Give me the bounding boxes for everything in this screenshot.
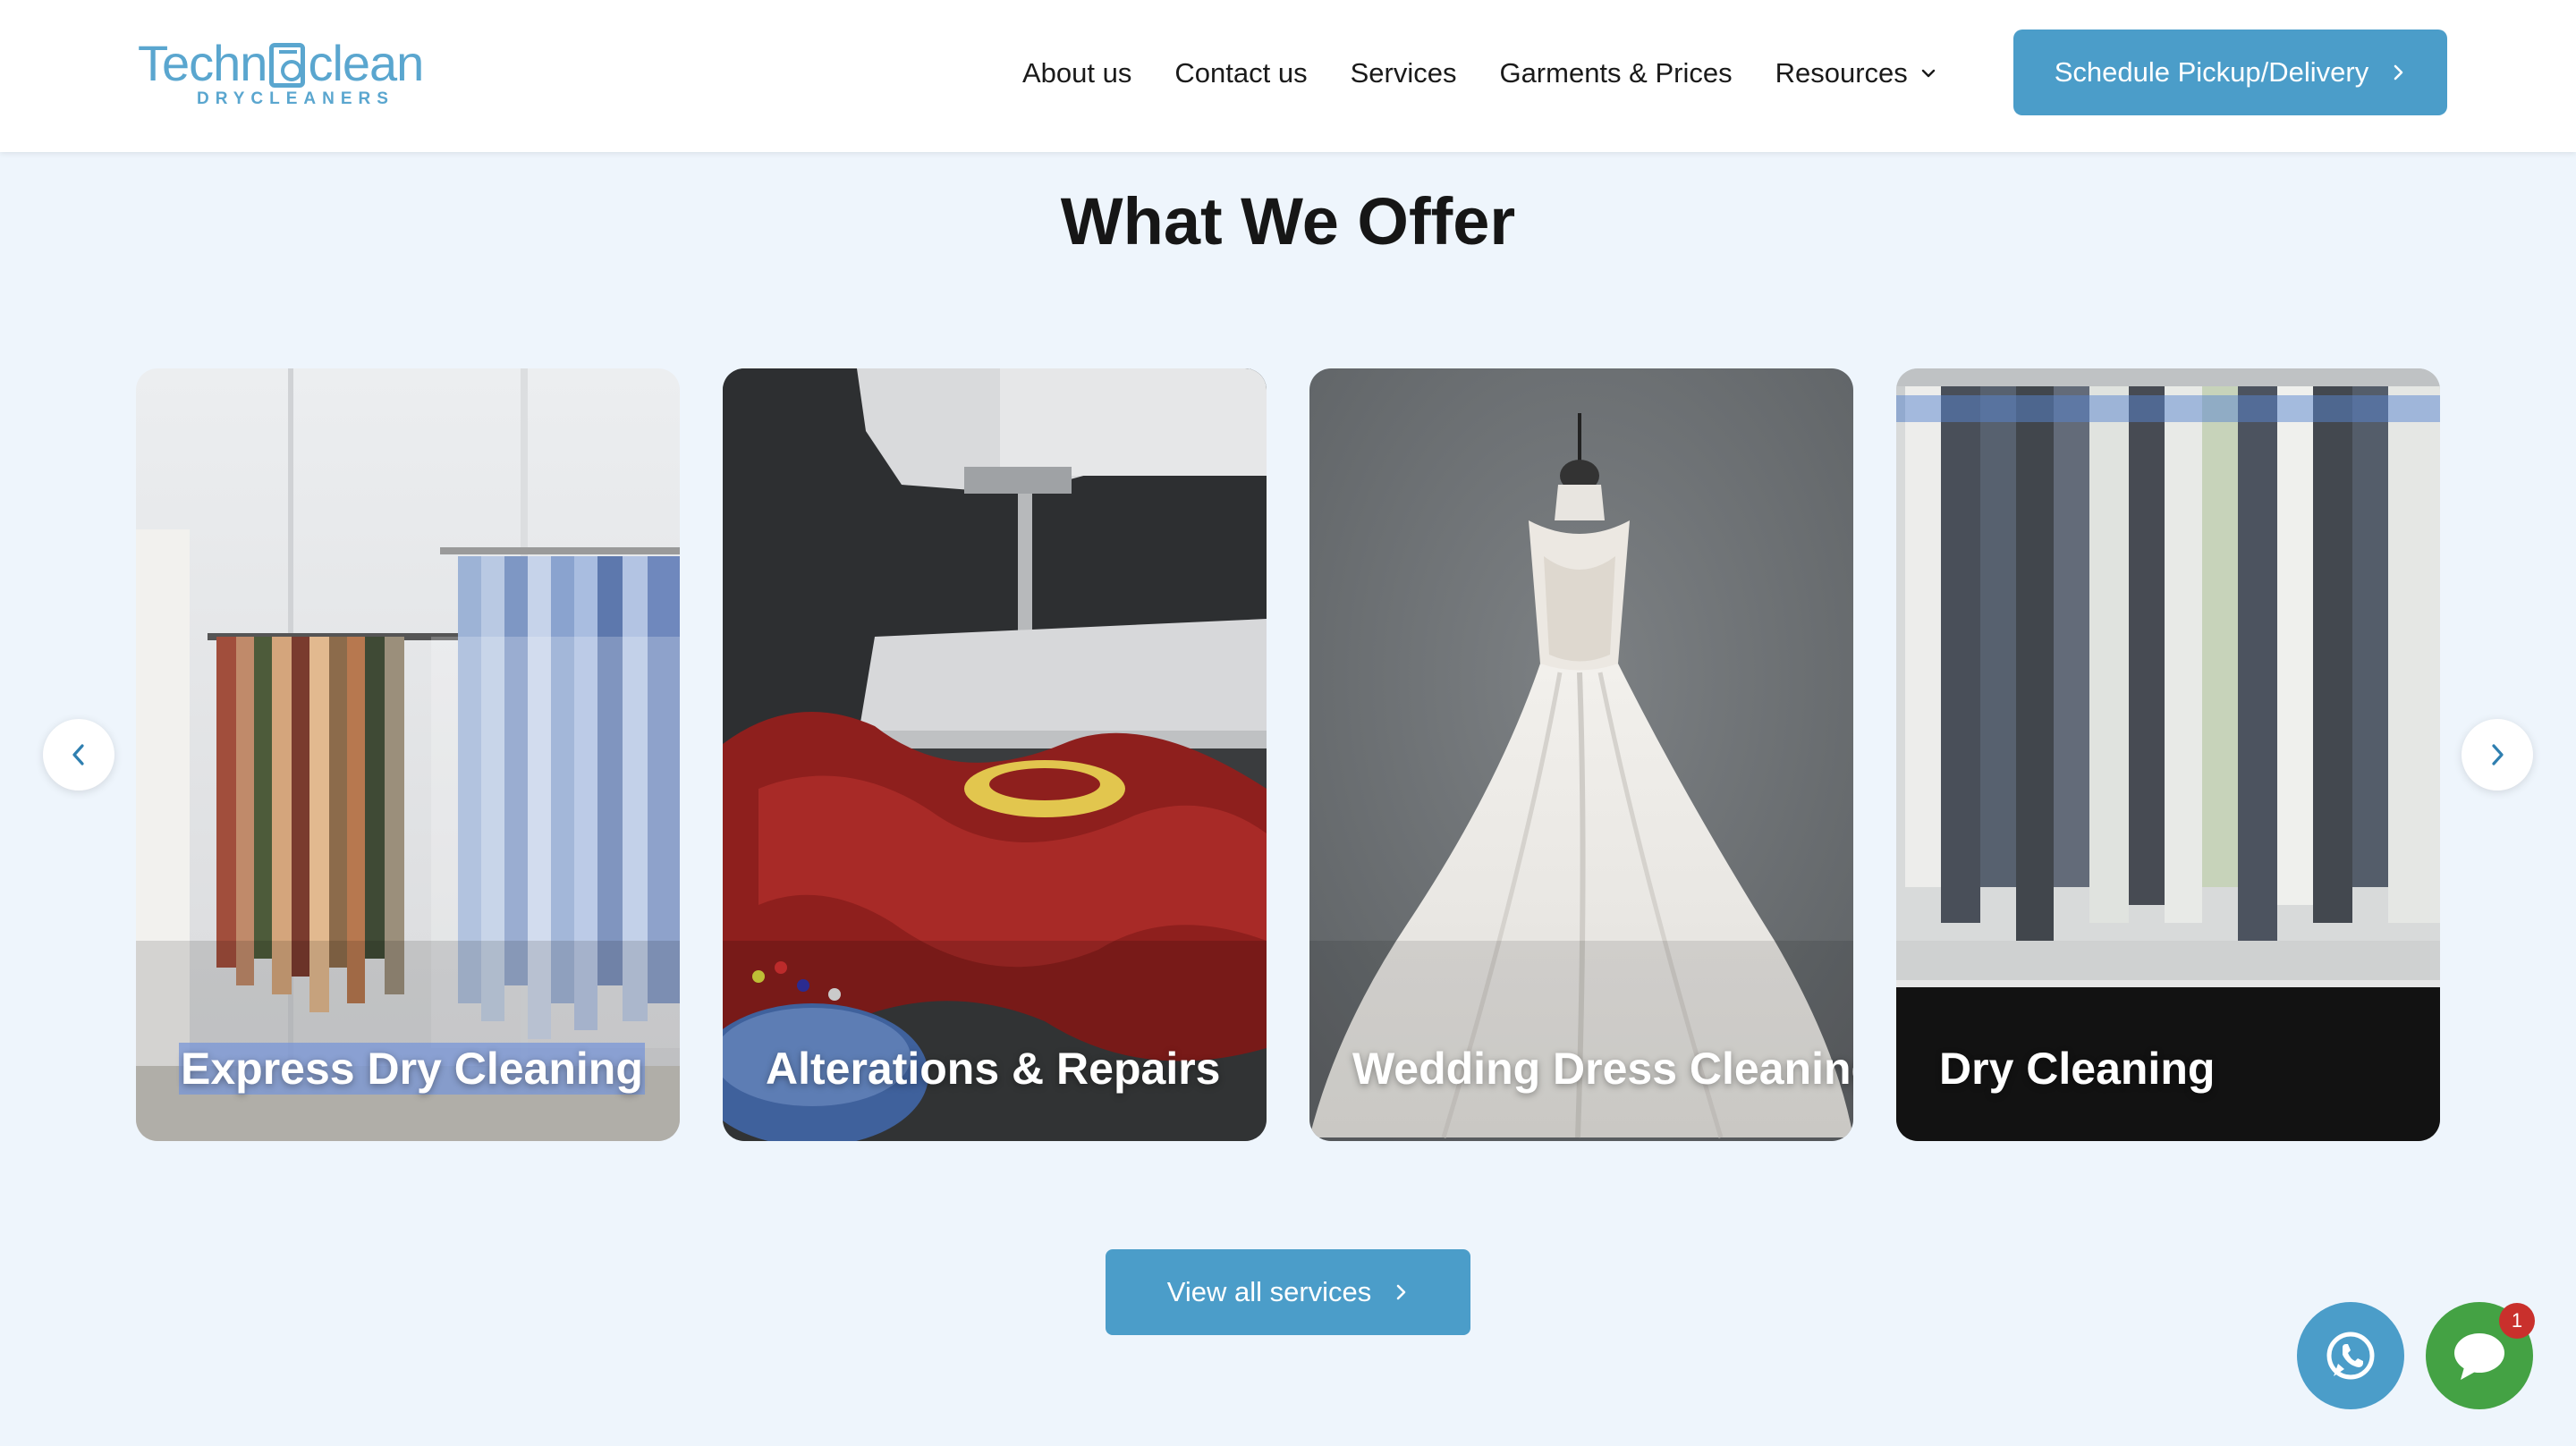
chevron-left-icon xyxy=(72,744,84,765)
whatsapp-icon xyxy=(2326,1332,2375,1380)
main-nav: About us Contact us Services Garments & … xyxy=(1022,54,1936,93)
washing-machine-icon xyxy=(269,42,306,88)
nav-resources-label: Resources xyxy=(1775,57,1908,89)
logo-wordmark: Techn clean xyxy=(138,34,424,92)
whatsapp-button[interactable] xyxy=(2297,1302,2404,1409)
service-card-dry-cleaning[interactable]: Dry Cleaning xyxy=(1896,368,2440,1141)
chevron-down-icon xyxy=(1921,69,1935,78)
service-card-title: Dry Cleaning xyxy=(1939,1044,2216,1094)
chevron-right-icon xyxy=(2394,64,2403,80)
service-card-wedding-dress-cleaning[interactable]: Wedding Dress Cleaning xyxy=(1309,368,1853,1141)
carousel-prev-button[interactable] xyxy=(43,719,114,791)
view-all-services-label: View all services xyxy=(1166,1276,1372,1307)
service-card-title: Express Dry Cleaning xyxy=(179,1043,645,1095)
service-card-title: Alterations & Repairs xyxy=(766,1044,1221,1094)
nav-resources[interactable]: Resources xyxy=(1775,57,1936,89)
bagged-suits-photo xyxy=(1896,368,2440,1141)
view-all-services-button[interactable]: View all services xyxy=(1106,1249,1470,1335)
site-header: Techn clean DRYCLEANERS About us Contact… xyxy=(0,0,2576,152)
brand-logo[interactable]: Techn clean DRYCLEANERS xyxy=(138,34,424,114)
chevron-right-icon xyxy=(1396,1284,1406,1300)
service-card-express-dry-cleaning[interactable]: Express Dry Cleaning xyxy=(136,368,680,1141)
carousel-next-button[interactable] xyxy=(2462,719,2533,791)
schedule-pickup-button[interactable]: Schedule Pickup/Delivery xyxy=(2013,30,2447,115)
nav-about-us[interactable]: About us xyxy=(1022,57,1131,89)
logo-text-part2: clean xyxy=(308,35,424,91)
unread-count-badge: 1 xyxy=(2499,1303,2535,1339)
clothes-rack-photo xyxy=(136,368,680,1141)
wedding-dress-photo xyxy=(1309,368,1853,1141)
service-card-title: Wedding Dress Cleaning xyxy=(1352,1044,1853,1094)
nav-garments-prices[interactable]: Garments & Prices xyxy=(1499,57,1732,89)
schedule-pickup-label: Schedule Pickup/Delivery xyxy=(2054,56,2369,88)
section-title: What We Offer xyxy=(1060,184,1516,258)
chevron-right-icon xyxy=(2492,744,2504,765)
logo-text-part1: Techn xyxy=(138,35,267,91)
sewing-machine-photo xyxy=(723,368,1267,1141)
nav-contact-us[interactable]: Contact us xyxy=(1174,57,1307,89)
service-card-alterations-repairs[interactable]: Alterations & Repairs xyxy=(723,368,1267,1141)
nav-services[interactable]: Services xyxy=(1351,57,1457,89)
logo-tagline: DRYCLEANERS xyxy=(197,89,394,108)
chat-bubble-icon xyxy=(2454,1333,2504,1380)
